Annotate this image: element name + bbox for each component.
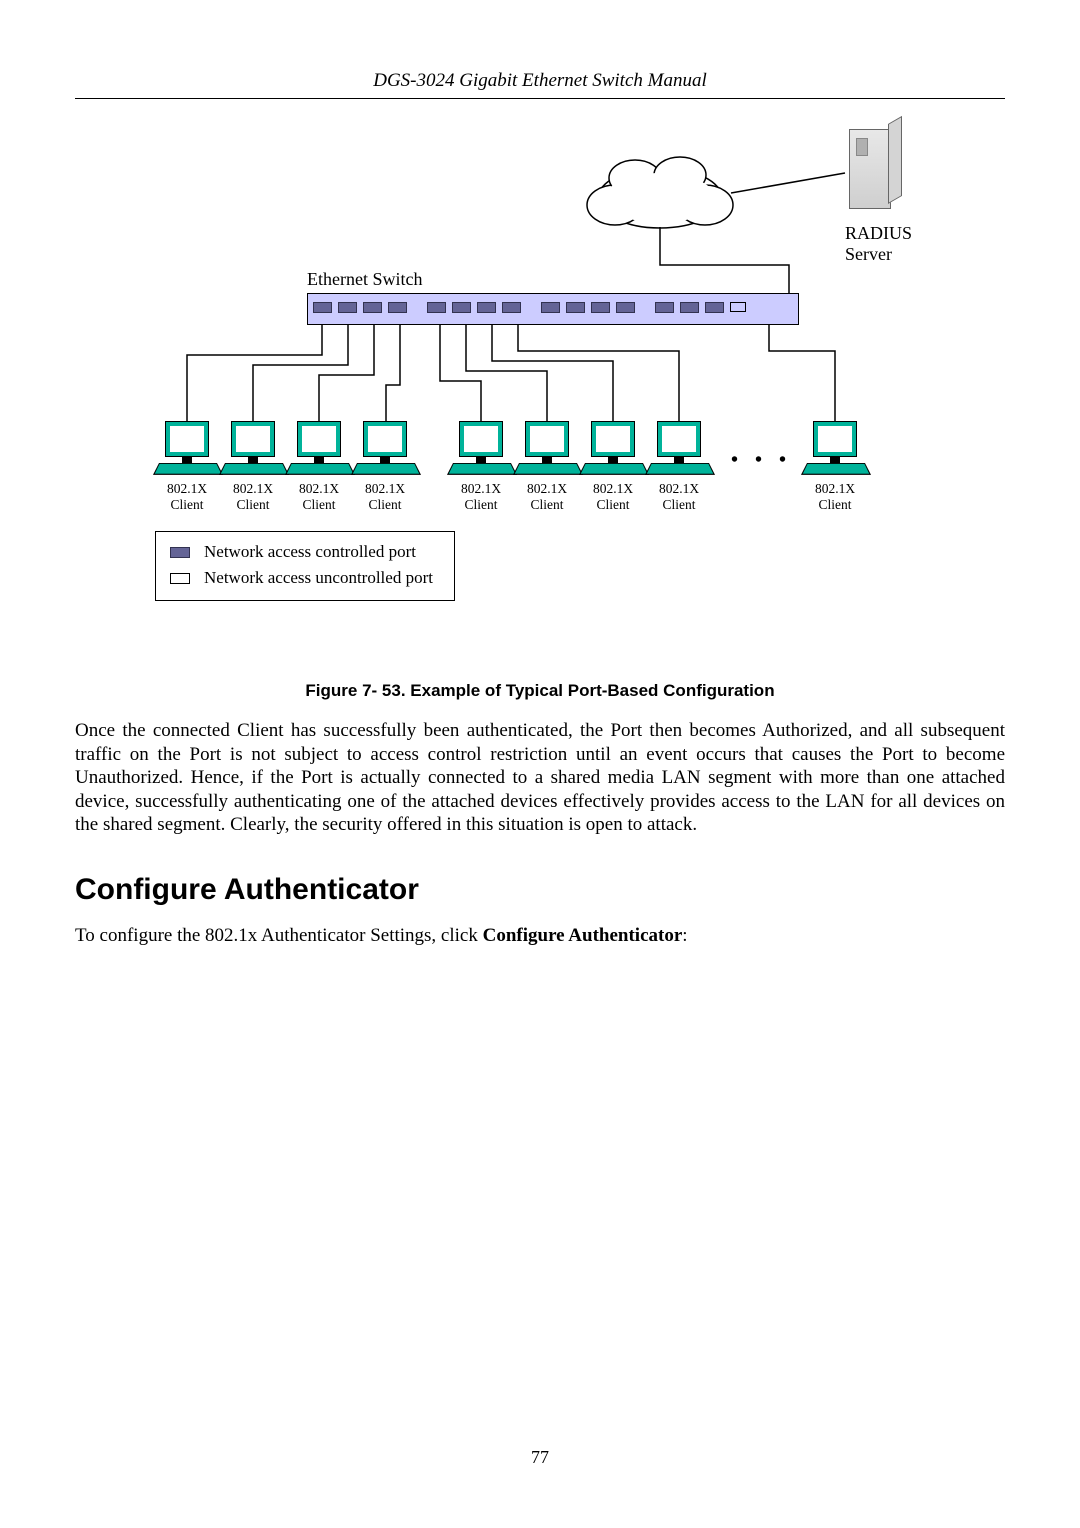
legend-controlled-port: Network access controlled port xyxy=(170,542,440,562)
client-pc-icon: 802.1XClient xyxy=(519,421,575,512)
diagram-legend: Network access controlled port Network a… xyxy=(155,531,455,601)
manual-page: DGS-3024 Gigabit Ethernet Switch Manual xyxy=(0,0,1080,1528)
client-pc-icon: 802.1XClient xyxy=(291,421,347,512)
switch-port-uncontrolled xyxy=(730,302,746,312)
legend-uncontrolled-port: Network access uncontrolled port xyxy=(170,568,440,588)
switch-port-controlled xyxy=(477,302,496,313)
section-heading: Configure Authenticator xyxy=(75,873,1005,907)
switch-port-controlled xyxy=(427,302,446,313)
client-pc-icon: 802.1XClient xyxy=(159,421,215,512)
radius-server-label: RADIUS Server xyxy=(845,223,912,264)
legend-label: Network access controlled port xyxy=(204,542,416,562)
switch-port-row xyxy=(313,302,803,314)
instruction-paragraph: To configure the 802.1x Authenticator Se… xyxy=(75,925,1005,947)
radius-server-icon xyxy=(849,129,903,219)
running-header: DGS-3024 Gigabit Ethernet Switch Manual xyxy=(75,70,1005,99)
switch-port-controlled xyxy=(616,302,635,313)
switch-port-controlled xyxy=(363,302,382,313)
switch-port-controlled xyxy=(452,302,471,313)
client-pc-icon: 802.1XClient xyxy=(585,421,641,512)
network-diagram: RADIUS Server Ethernet Switch xyxy=(75,123,1005,625)
switch-port-controlled xyxy=(705,302,724,313)
cloud-icon xyxy=(587,157,733,228)
client-pc-icon: 802.1XClient xyxy=(807,421,863,512)
client-pc-icon: 802.1XClient xyxy=(225,421,281,512)
switch-port-controlled xyxy=(655,302,674,313)
instruction-text: To configure the 802.1x Authenticator Se… xyxy=(75,925,483,946)
switch-port-controlled xyxy=(566,302,585,313)
figure-caption: Figure 7- 53. Example of Typical Port-Ba… xyxy=(75,681,1005,701)
body-paragraph: Once the connected Client has successful… xyxy=(75,719,1005,837)
configure-authenticator-link[interactable]: Configure Authenticator xyxy=(483,925,683,946)
instruction-suffix: : xyxy=(682,925,687,946)
switch-port-controlled xyxy=(541,302,560,313)
legend-label: Network access uncontrolled port xyxy=(204,568,433,588)
switch-port-controlled xyxy=(313,302,332,313)
ellipsis-icon: • • • xyxy=(731,449,792,472)
client-pc-icon: 802.1XClient xyxy=(453,421,509,512)
switch-port-controlled xyxy=(680,302,699,313)
switch-port-controlled xyxy=(388,302,407,313)
switch-port-controlled xyxy=(338,302,357,313)
client-pc-icon: 802.1XClient xyxy=(357,421,413,512)
legend-port-icon-controlled xyxy=(170,547,190,558)
switch-port-controlled xyxy=(591,302,610,313)
legend-port-icon-uncontrolled xyxy=(170,573,190,584)
switch-port-controlled xyxy=(502,302,521,313)
client-pc-icon: 802.1XClient xyxy=(651,421,707,512)
ethernet-switch-label: Ethernet Switch xyxy=(307,269,422,290)
page-number: 77 xyxy=(0,1447,1080,1468)
